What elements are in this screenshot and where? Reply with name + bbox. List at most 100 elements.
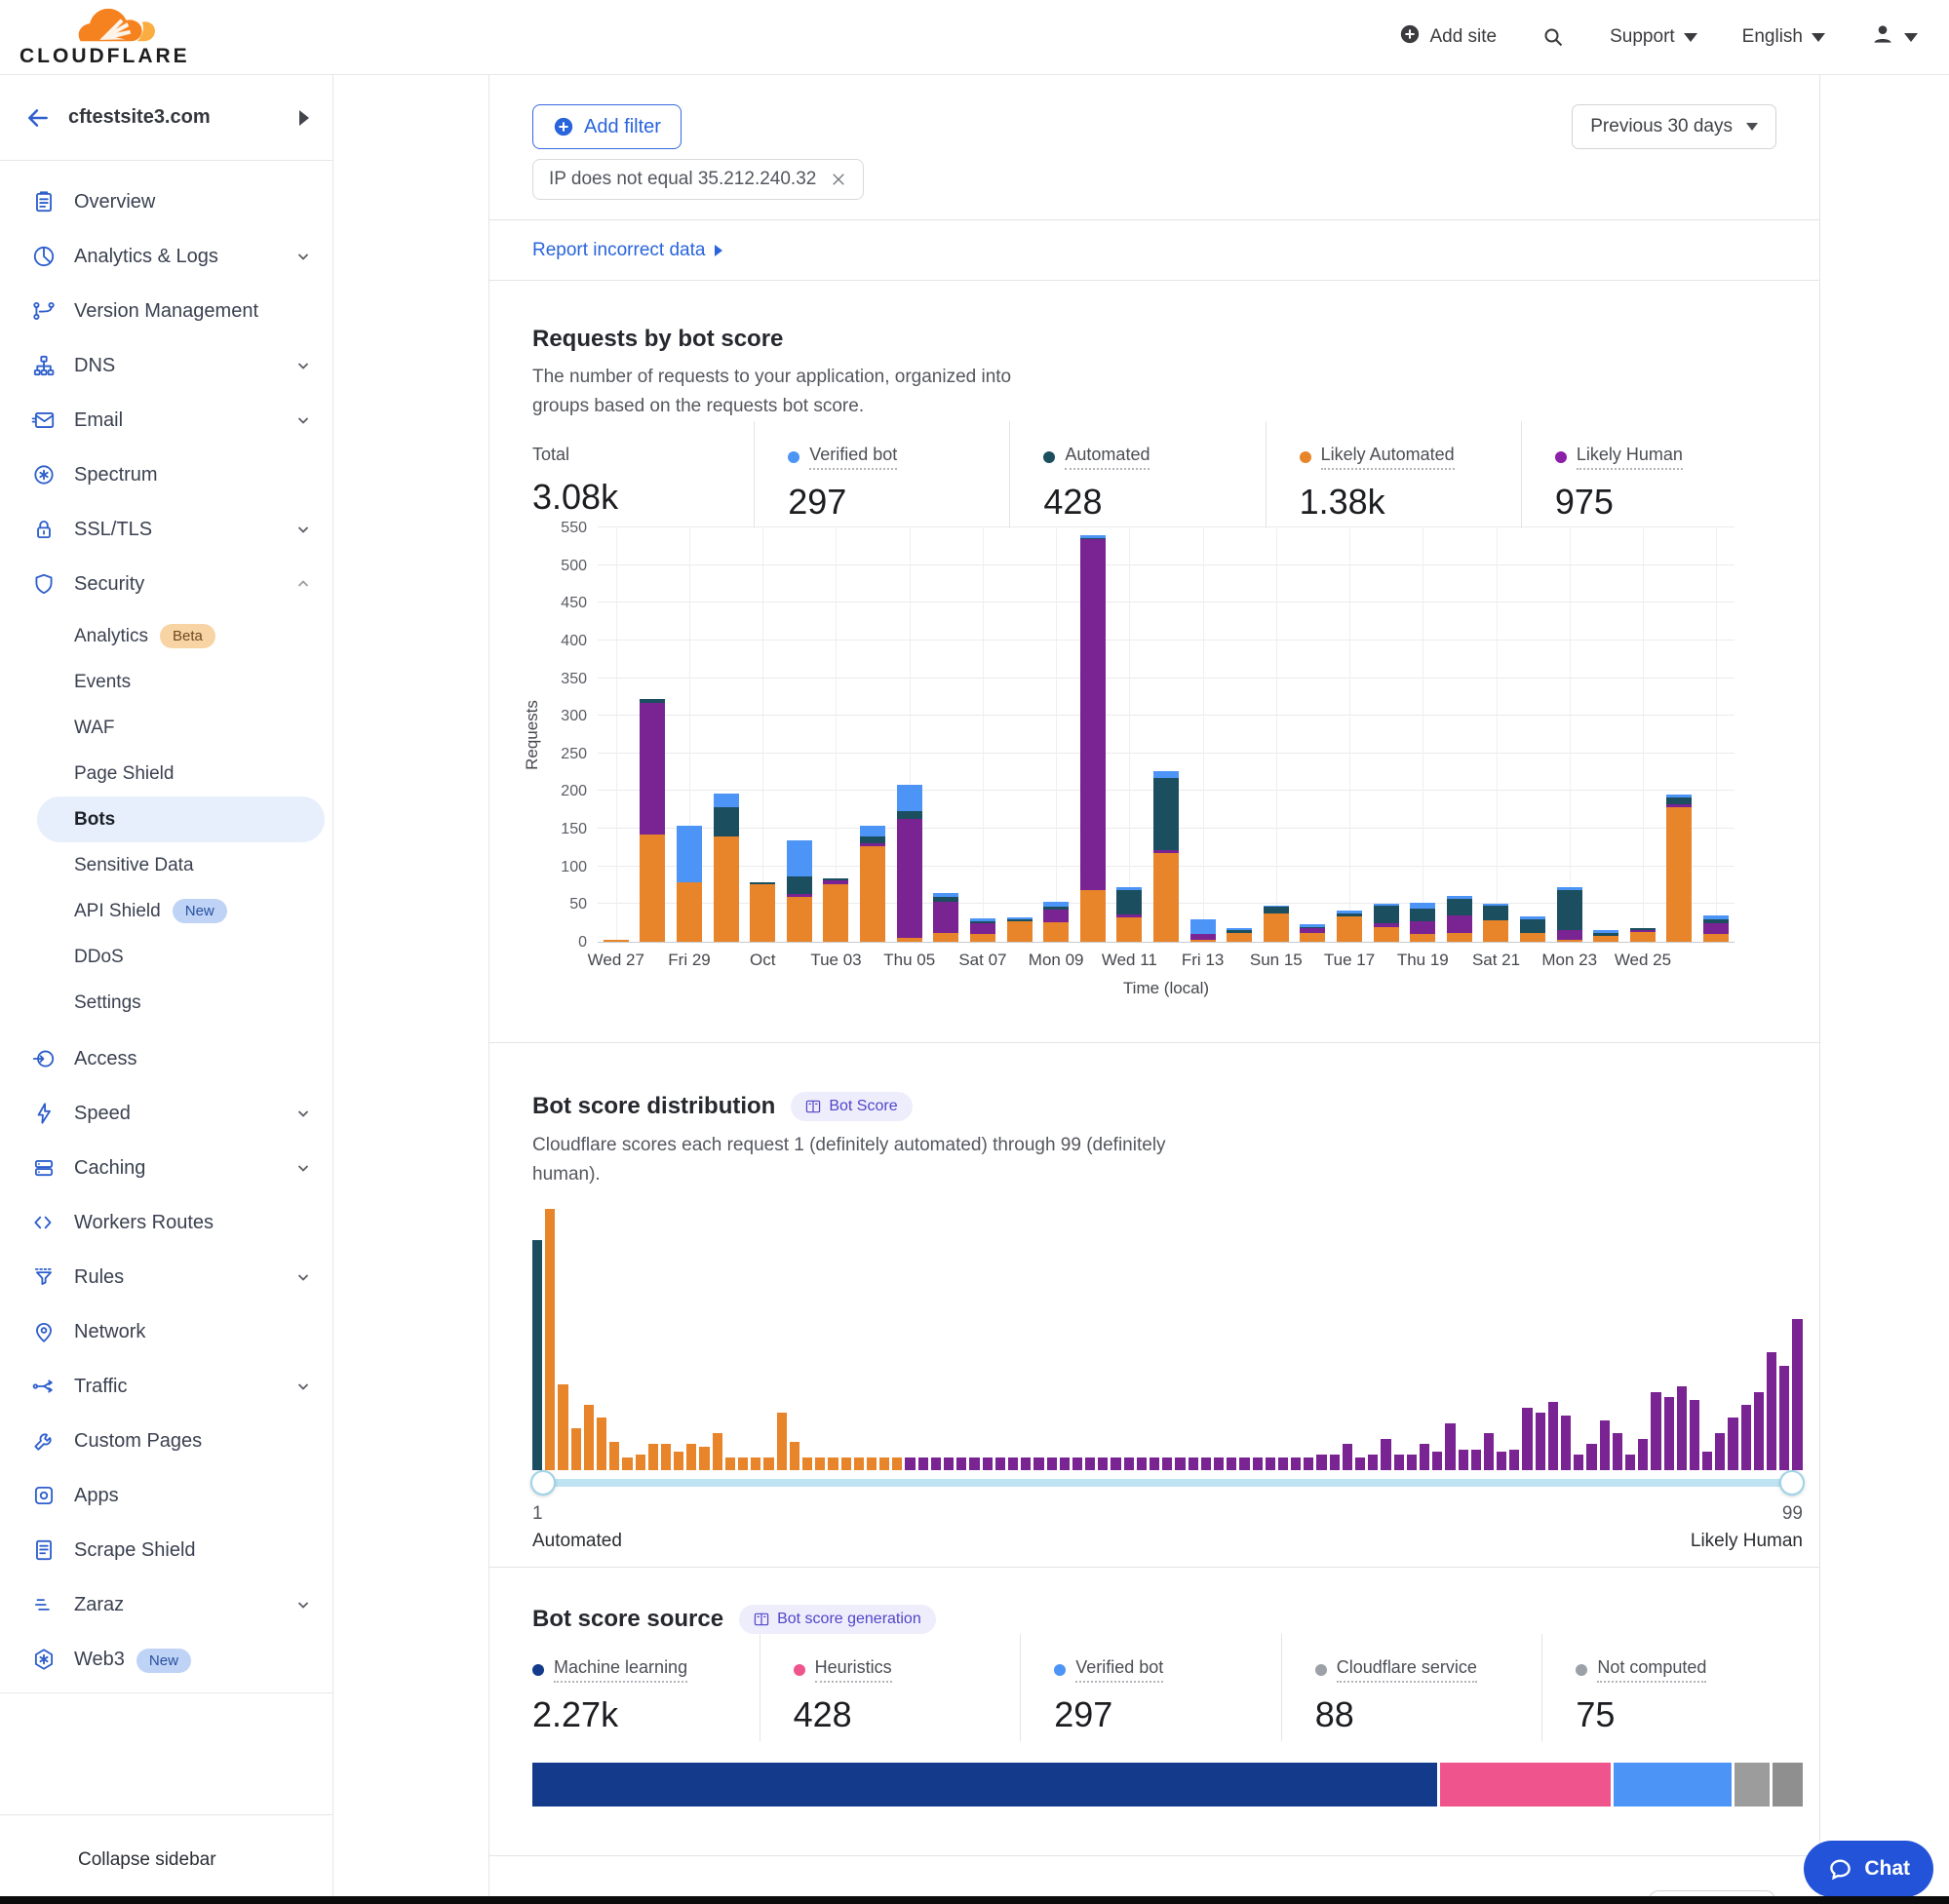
slider-handle-max[interactable] [1779, 1470, 1805, 1496]
remove-filter-icon[interactable] [830, 171, 847, 188]
sidebar-item-ssl-tls[interactable]: SSL/TLS [0, 502, 332, 557]
language-menu[interactable]: English [1742, 26, 1825, 48]
sidebar-item-rules[interactable]: Rules [0, 1250, 332, 1304]
sidebar-item-access[interactable]: Access [0, 1031, 332, 1086]
segment-likely-automated [640, 835, 665, 943]
slider-track[interactable] [532, 1479, 1803, 1487]
add-site-button[interactable]: Add site [1399, 23, 1497, 51]
sidebar-item-settings[interactable]: Settings [0, 980, 325, 1026]
y-tick-label: 450 [561, 595, 587, 612]
bar-slot [1624, 528, 1661, 942]
search-icon[interactable] [1541, 25, 1565, 49]
sidebar-item-workers-routes[interactable]: Workers Routes [0, 1195, 332, 1250]
sidebar-item-sensitive-data[interactable]: Sensitive Data [0, 842, 325, 888]
sidebar-item-page-shield[interactable]: Page Shield [0, 751, 325, 797]
report-link-label: Report incorrect data [532, 240, 705, 261]
stat-label[interactable]: Heuristics [815, 1657, 892, 1683]
stat-label-row: Likely Human [1555, 445, 1776, 470]
stat-label[interactable]: Verified bot [809, 445, 897, 470]
back-arrow-icon[interactable] [25, 105, 51, 131]
hist-bar-score-96 [1754, 1392, 1764, 1470]
sidebar-item-analytics[interactable]: AnalyticsBeta [0, 613, 325, 659]
account-menu[interactable] [1870, 21, 1918, 53]
sidebar-item-web3[interactable]: Web3New [0, 1632, 332, 1687]
bot-score-badge[interactable]: Bot Score [791, 1092, 912, 1121]
stat-label[interactable]: Automated [1065, 445, 1150, 470]
stat-label-row: Machine learning [532, 1657, 760, 1683]
sidebar-item-scrape-shield[interactable]: Scrape Shield [0, 1523, 332, 1577]
cloudflare-cloud-icon [66, 6, 160, 47]
custom-pages-icon [31, 1428, 57, 1454]
stat-label[interactable]: Cloudflare service [1337, 1657, 1477, 1683]
bot-score-generation-badge[interactable]: Bot score generation [739, 1605, 936, 1634]
sidebar-item-waf[interactable]: WAF [0, 705, 325, 751]
site-header: cftestsite3.com [0, 75, 332, 161]
report-incorrect-data-link[interactable]: Report incorrect data [532, 240, 722, 261]
segment-likely-automated [750, 884, 775, 942]
bar-slot [1478, 528, 1515, 942]
hist-bar-score-17 [738, 1457, 748, 1470]
sidebar-item-label: Traffic [74, 1376, 295, 1398]
stacked-bar-sat-14 [1227, 928, 1252, 942]
slider-handle-min[interactable] [530, 1470, 556, 1496]
card-title: Bot score distribution [532, 1093, 775, 1120]
hist-bar-score-19 [763, 1457, 773, 1470]
sidebar-item-ddos[interactable]: DDoS [0, 934, 325, 980]
stat-label[interactable]: Likely Human [1577, 445, 1683, 470]
hist-bar-score-39 [1021, 1457, 1031, 1470]
source-segment-verified-bot [1614, 1763, 1732, 1807]
chat-button[interactable]: Chat [1804, 1841, 1933, 1897]
stat-label[interactable]: Likely Automated [1321, 445, 1455, 470]
sidebar-item-events[interactable]: Events [0, 659, 325, 705]
bot-score-distribution-card: Bot score distribution Bot Score Cloudfl… [489, 1043, 1819, 1568]
sidebar-item-spectrum[interactable]: Spectrum [0, 447, 332, 502]
sidebar-item-dns[interactable]: DNS [0, 338, 332, 393]
bar-slot [1111, 528, 1149, 942]
sidebar-item-apps[interactable]: Apps [0, 1468, 332, 1523]
stat-label[interactable]: Verified bot [1075, 1657, 1163, 1683]
sidebar-item-email[interactable]: Email [0, 393, 332, 447]
date-range-select[interactable]: Previous 30 days [1572, 104, 1776, 149]
support-label: Support [1610, 26, 1675, 48]
bar-slot [964, 528, 1001, 942]
sidebar-item-traffic[interactable]: Traffic [0, 1359, 332, 1414]
filter-chip-text: IP does not equal 35.212.240.32 [549, 169, 816, 190]
sidebar-item-label: API Shield [74, 901, 161, 922]
hist-bar-score-51 [1175, 1457, 1185, 1470]
hist-bar-score-58 [1266, 1457, 1275, 1470]
hist-bar-score-69 [1407, 1455, 1417, 1470]
stat-label[interactable]: Not computed [1597, 1657, 1706, 1683]
segment-automated [787, 876, 812, 894]
sidebar-item-analytics-logs[interactable]: Analytics & Logs [0, 229, 332, 284]
card-title: Requests by bot score [532, 326, 1776, 353]
collapse-sidebar-button[interactable]: Collapse sidebar [78, 1849, 216, 1871]
sidebar-item-network[interactable]: Network [0, 1304, 332, 1359]
sidebar-item-caching[interactable]: Caching [0, 1141, 332, 1195]
sidebar-item-speed[interactable]: Speed [0, 1086, 332, 1141]
hist-bar-score-3 [558, 1384, 567, 1470]
hist-bar-score-71 [1432, 1452, 1442, 1470]
sidebar-item-label: Bots [74, 809, 115, 831]
hist-bar-score-36 [983, 1457, 993, 1470]
stat-label[interactable]: Machine learning [554, 1657, 687, 1683]
x-tick-label: Sat 07 [958, 951, 1006, 970]
support-menu[interactable]: Support [1610, 26, 1697, 48]
site-expander-icon[interactable] [299, 110, 309, 126]
sidebar-item-api-shield[interactable]: API ShieldNew [0, 888, 325, 934]
arrow-right-icon [715, 245, 722, 256]
sidebar-submenu: AnalyticsBetaEventsWAFPage Shield Bots Sen… [0, 611, 332, 1031]
sidebar-item-version-management[interactable]: Version Management [0, 284, 332, 338]
filter-chip[interactable]: IP does not equal 35.212.240.32 [532, 159, 864, 200]
x-tick-label: Sat 21 [1472, 951, 1520, 970]
slider-min-value: 1 [532, 1503, 543, 1525]
sidebar-item-zaraz[interactable]: Zaraz [0, 1577, 332, 1632]
bar-slot [1441, 528, 1478, 942]
sidebar-item-bots[interactable]: Bots [37, 797, 325, 842]
add-filter-button[interactable]: Add filter [532, 104, 682, 149]
sidebar-item-custom-pages[interactable]: Custom Pages [0, 1414, 332, 1468]
legend-dot [1054, 1664, 1066, 1676]
sidebar-item-security[interactable]: Security [0, 557, 332, 611]
segment-likely-human [1043, 910, 1069, 922]
segment-likely-automated [1337, 916, 1362, 942]
sidebar-item-overview[interactable]: Overview [0, 175, 332, 229]
